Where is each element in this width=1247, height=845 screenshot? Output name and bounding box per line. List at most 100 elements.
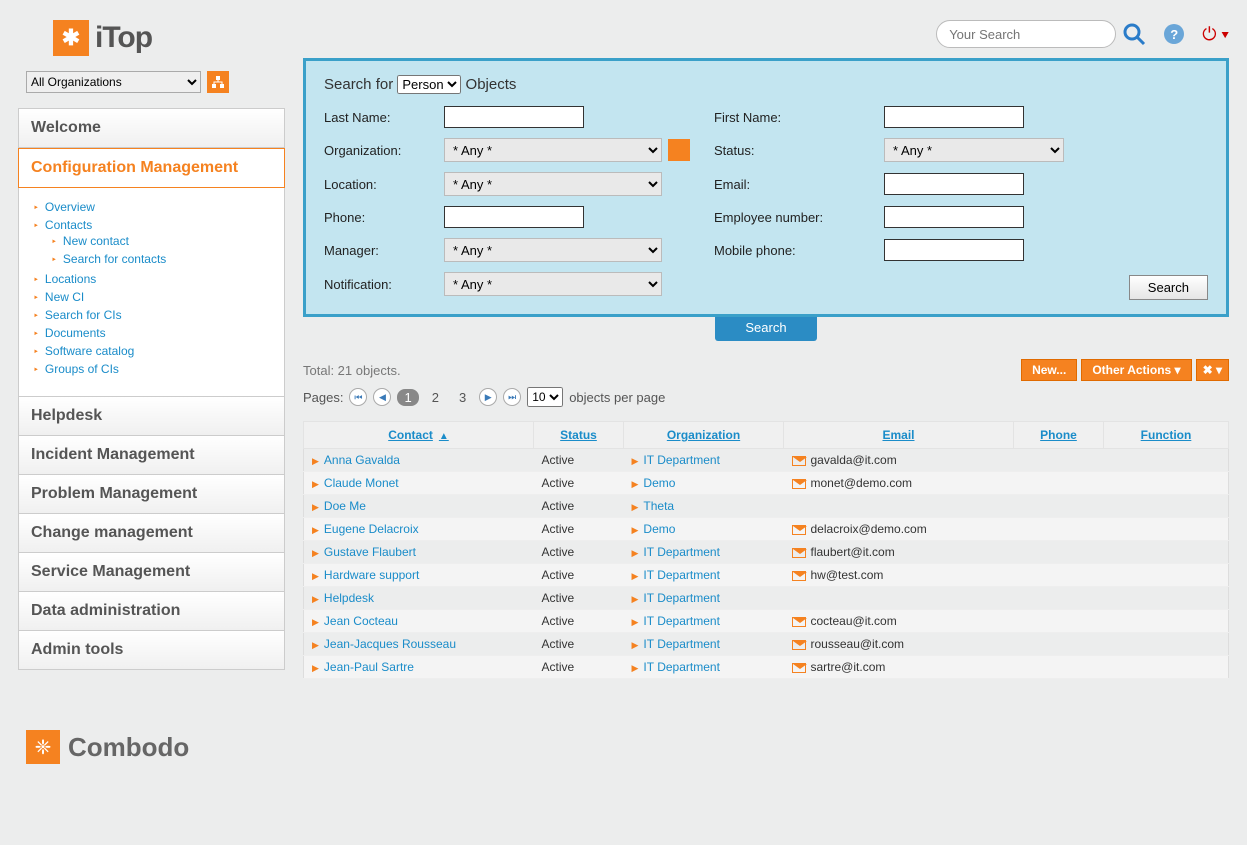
menu-search-cis[interactable]: Search for CIs: [45, 308, 122, 322]
menu-contacts[interactable]: Contacts: [45, 218, 92, 232]
accordion-menu: Welcome Configuration Management Overvie…: [18, 108, 285, 670]
select-location[interactable]: * Any *: [444, 172, 662, 196]
page-3[interactable]: 3: [452, 389, 473, 406]
accordion-configuration-management[interactable]: Configuration Management: [18, 148, 285, 188]
contact-link[interactable]: Claude Monet: [324, 476, 399, 490]
search-panel-tab[interactable]: Search: [715, 314, 816, 341]
label-manager: Manager:: [324, 243, 434, 258]
input-mobile-phone[interactable]: [884, 239, 1024, 261]
bullet-icon: ▶: [632, 548, 639, 558]
col-contact[interactable]: Contact▲: [304, 422, 534, 449]
contact-link[interactable]: Eugene Delacroix: [324, 522, 419, 536]
select-organization[interactable]: * Any *: [444, 138, 662, 162]
other-actions-button[interactable]: Other Actions ▾: [1081, 359, 1191, 381]
page-next-icon[interactable]: ▶: [479, 388, 497, 406]
contact-link[interactable]: Jean-Jacques Rousseau: [324, 637, 456, 651]
contact-link[interactable]: Anna Gavalda: [324, 453, 400, 467]
organization-select[interactable]: All Organizations: [26, 71, 201, 93]
organization-link[interactable]: IT Department: [643, 660, 719, 674]
bullet-icon: ▶: [632, 525, 639, 535]
page-first-icon[interactable]: ⏮: [349, 388, 367, 406]
cell-status: Active: [534, 587, 624, 610]
menu-software-catalog[interactable]: Software catalog: [45, 344, 134, 358]
contact-link[interactable]: Jean-Paul Sartre: [324, 660, 414, 674]
bullet-icon: ▶: [312, 594, 319, 604]
col-email[interactable]: Email: [784, 422, 1014, 449]
col-function[interactable]: Function: [1104, 422, 1229, 449]
contact-link[interactable]: Gustave Flaubert: [324, 545, 416, 559]
contact-link[interactable]: Hardware support: [324, 568, 419, 582]
organization-link[interactable]: IT Department: [643, 453, 719, 467]
accordion-service-management[interactable]: Service Management: [18, 553, 285, 592]
accordion-helpdesk[interactable]: Helpdesk: [18, 397, 285, 436]
cell-email: rousseau@it.com: [811, 637, 905, 651]
select-status[interactable]: * Any *: [884, 138, 1064, 162]
organization-link[interactable]: Theta: [643, 499, 674, 513]
cell-status: Active: [534, 610, 624, 633]
input-first-name[interactable]: [884, 106, 1024, 128]
organization-link[interactable]: Demo: [643, 522, 675, 536]
organization-hierarchy-button[interactable]: [668, 139, 690, 161]
menu-groups-cis[interactable]: Groups of CIs: [45, 362, 119, 376]
col-organization[interactable]: Organization: [624, 422, 784, 449]
organization-tree-button[interactable]: [207, 71, 229, 93]
accordion-incident-management[interactable]: Incident Management: [18, 436, 285, 475]
accordion-problem-management[interactable]: Problem Management: [18, 475, 285, 514]
select-notification[interactable]: * Any *: [444, 272, 662, 296]
object-type-select[interactable]: Person: [397, 75, 461, 94]
main-content: ? ⏻ ▾ Search for Person Objects Last Nam…: [303, 20, 1229, 679]
global-search-input[interactable]: [936, 20, 1116, 48]
contact-link[interactable]: Jean Cocteau: [324, 614, 398, 628]
organization-link[interactable]: Demo: [643, 476, 675, 490]
cell-function: [1104, 472, 1229, 495]
menu-search-contacts[interactable]: Search for contacts: [63, 252, 166, 266]
cell-status: Active: [534, 633, 624, 656]
bullet-icon: ▶: [312, 502, 319, 512]
accordion-data-administration[interactable]: Data administration: [18, 592, 285, 631]
accordion-change-management[interactable]: Change management: [18, 514, 285, 553]
contact-link[interactable]: Doe Me: [324, 499, 366, 513]
cell-email: flaubert@it.com: [811, 545, 895, 559]
input-email[interactable]: [884, 173, 1024, 195]
organization-link[interactable]: IT Department: [643, 591, 719, 605]
search-icon[interactable]: [1122, 22, 1146, 46]
label-email: Email:: [714, 177, 874, 192]
menu-overview[interactable]: Overview: [45, 200, 95, 214]
input-last-name[interactable]: [444, 106, 584, 128]
input-employee-number[interactable]: [884, 206, 1024, 228]
menu-new-ci[interactable]: New CI: [45, 290, 84, 304]
page-last-icon[interactable]: ⏭: [503, 388, 521, 406]
mail-icon: [792, 640, 806, 650]
col-status[interactable]: Status: [534, 422, 624, 449]
new-button[interactable]: New...: [1021, 359, 1077, 381]
table-row: ▶Jean-Jacques RousseauActive▶IT Departme…: [304, 633, 1229, 656]
menu-locations[interactable]: Locations: [45, 272, 96, 286]
bullet-icon: ▶: [312, 663, 319, 673]
organization-link[interactable]: IT Department: [643, 637, 719, 651]
contact-link[interactable]: Helpdesk: [324, 591, 374, 605]
label-first-name: First Name:: [714, 110, 874, 125]
label-organization: Organization:: [324, 143, 434, 158]
menu-documents[interactable]: Documents: [45, 326, 106, 340]
accordion-admin-tools[interactable]: Admin tools: [18, 631, 285, 670]
page-2[interactable]: 2: [425, 389, 446, 406]
cell-status: Active: [534, 656, 624, 679]
accordion-welcome[interactable]: Welcome: [18, 108, 285, 148]
page-1[interactable]: 1: [397, 389, 418, 406]
organization-link[interactable]: IT Department: [643, 545, 719, 559]
cell-email: cocteau@it.com: [811, 614, 897, 628]
search-button[interactable]: Search: [1129, 275, 1208, 300]
input-phone[interactable]: [444, 206, 584, 228]
help-icon[interactable]: ?: [1164, 24, 1184, 44]
col-phone[interactable]: Phone: [1014, 422, 1104, 449]
page-prev-icon[interactable]: ◀: [373, 388, 391, 406]
menu-new-contact[interactable]: New contact: [63, 234, 129, 248]
logout-icon[interactable]: ⏻ ▾: [1202, 24, 1229, 45]
table-row: ▶Eugene DelacroixActive▶Demodelacroix@de…: [304, 518, 1229, 541]
toolkit-button[interactable]: ✖ ▾: [1196, 359, 1229, 381]
per-page-select[interactable]: 10: [527, 387, 563, 407]
cell-function: [1104, 564, 1229, 587]
organization-link[interactable]: IT Department: [643, 614, 719, 628]
select-manager[interactable]: * Any *: [444, 238, 662, 262]
organization-link[interactable]: IT Department: [643, 568, 719, 582]
